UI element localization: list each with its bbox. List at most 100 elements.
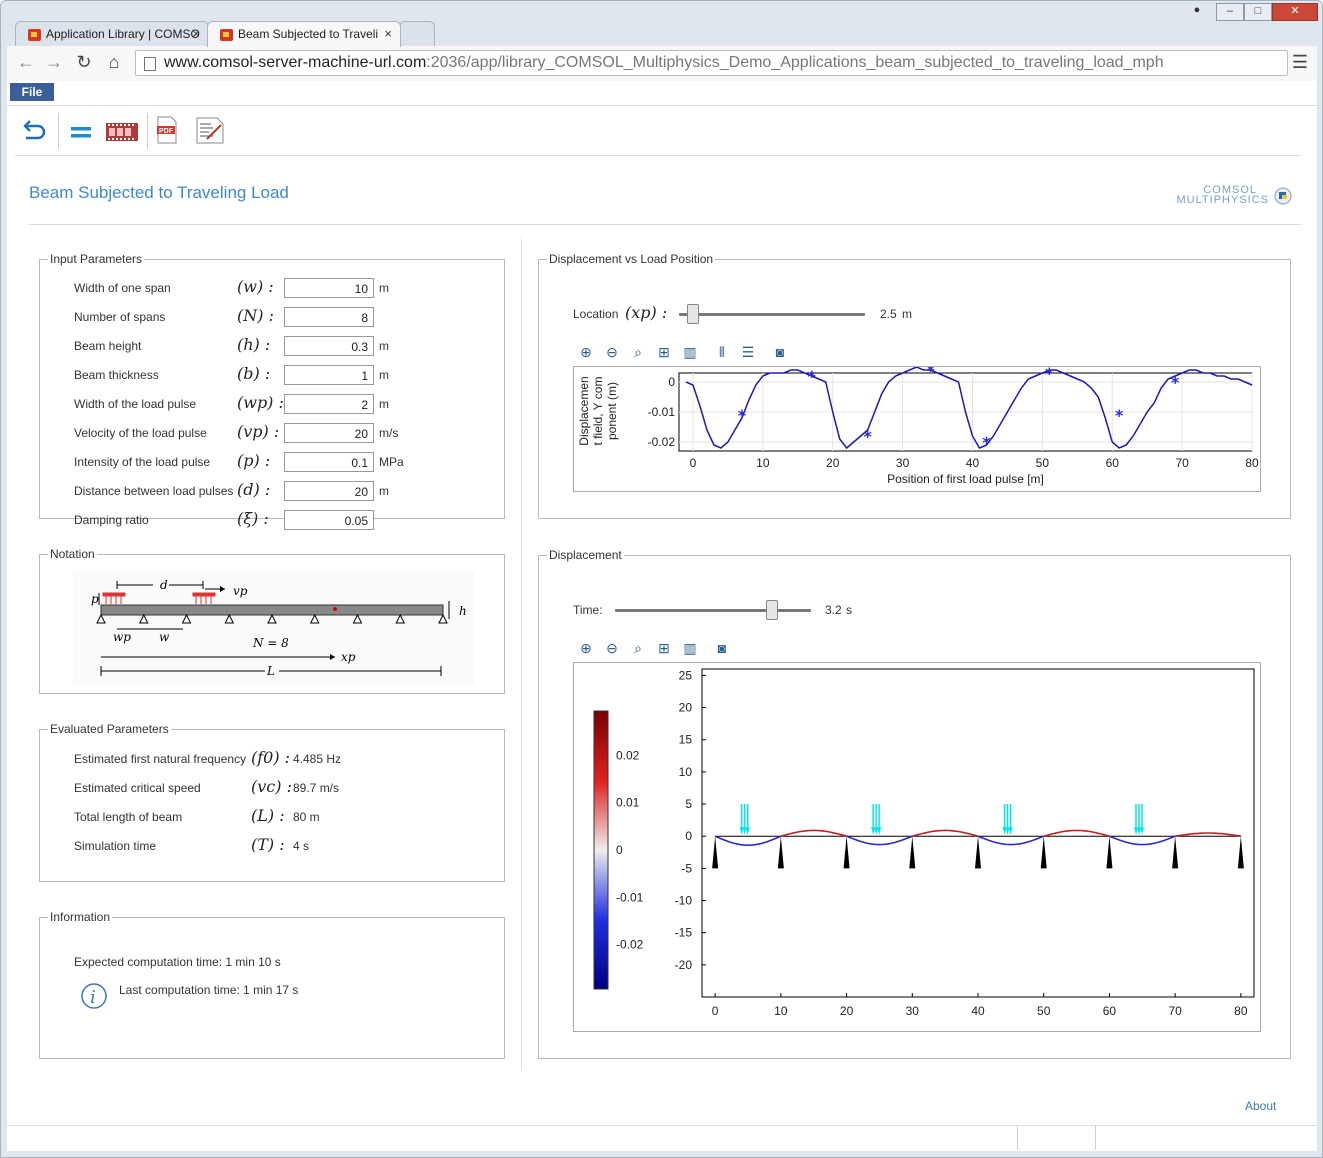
- input-field[interactable]: 1: [284, 365, 374, 385]
- last-computation-time: Last computation time: 1 min 17 s: [119, 983, 299, 997]
- x-tick-label: 30: [906, 1004, 920, 1018]
- zoom-out-icon[interactable]: ⊖: [603, 639, 621, 657]
- x-tick-label: 80: [1245, 456, 1259, 470]
- input-label: Distance between load pulses: [74, 484, 234, 498]
- x-tick-label: 20: [826, 456, 840, 470]
- pdf-icon[interactable]: PDF: [155, 115, 179, 145]
- y-axis-label: t field, Y com: [591, 377, 605, 446]
- label-vp: vp: [233, 584, 248, 598]
- window-profile-icon[interactable]: ●: [1184, 3, 1210, 21]
- support-triangle: [267, 613, 277, 624]
- y-tick-label: 0: [685, 829, 692, 843]
- input-symbol: (b) :: [237, 364, 271, 383]
- file-menu-button[interactable]: File: [10, 83, 54, 101]
- status-bar: [7, 1125, 1317, 1151]
- x-tick-label: 40: [966, 456, 980, 470]
- x-tick-label: 20: [840, 1004, 854, 1018]
- input-field[interactable]: 2: [284, 394, 374, 414]
- time-slider-thumb[interactable]: [765, 600, 778, 620]
- browser-menu-icon[interactable]: ☰: [1289, 52, 1311, 73]
- evaluated-symbol: (L) :: [251, 806, 285, 825]
- toolbar-divider: [15, 155, 1301, 156]
- undo-icon[interactable]: [21, 117, 47, 147]
- plot1-area[interactable]: 0 10 20 30 40 50 60 70 80 0 -0.01 -0.02 * * * * * * * * Posi…: [573, 361, 1261, 492]
- zoom-extents-icon[interactable]: ⊞: [655, 639, 673, 657]
- location-slider-thumb[interactable]: [686, 304, 699, 324]
- support-triangle: [395, 613, 406, 624]
- new-tab-button[interactable]: [399, 21, 435, 47]
- x-tick-label: 10: [774, 1004, 788, 1018]
- column-divider: [521, 239, 522, 1069]
- x-tick-label: 10: [756, 456, 770, 470]
- filmstrip-icon[interactable]: [105, 117, 139, 147]
- input-parameters-group: Input Parameters: [39, 252, 505, 519]
- back-arrow-icon[interactable]: ←: [15, 52, 37, 73]
- beam-rect: [100, 604, 444, 616]
- forward-arrow-icon[interactable]: →: [43, 52, 65, 73]
- input-field[interactable]: 0.05: [284, 510, 374, 530]
- time-unit: s: [846, 603, 852, 617]
- input-label: Beam thickness: [74, 368, 159, 382]
- zoom-in-icon[interactable]: ⊕: [577, 639, 595, 657]
- load-arrow: [871, 804, 882, 835]
- plot2-svg: 0 10 20 30 40 50 60 70 802520151050-5-10-15-200.…: [593, 668, 1255, 1018]
- support-triangle: [96, 613, 106, 624]
- equals-icon[interactable]: [69, 117, 93, 147]
- camera-icon[interactable]: ◙: [771, 343, 789, 361]
- zoom-in-icon[interactable]: ⊕: [577, 343, 595, 361]
- input-label: Intensity of the load pulse: [74, 455, 211, 469]
- plot2-frame: [701, 668, 1255, 998]
- input-field[interactable]: 10: [284, 278, 374, 298]
- colorbar-tick-label: 0: [616, 843, 623, 857]
- grid-x-icon[interactable]: ⦀: [713, 343, 731, 361]
- zoom-out-icon[interactable]: ⊖: [603, 343, 621, 361]
- y-tick-label: -10: [675, 894, 693, 908]
- location-slider-track[interactable]: [679, 313, 865, 316]
- report-icon[interactable]: [193, 115, 227, 145]
- maximize-button[interactable]: □: [1244, 3, 1272, 21]
- zoom-box-icon[interactable]: ⌕: [629, 343, 647, 361]
- input-field[interactable]: 0.1: [284, 452, 374, 472]
- info-icon: i: [81, 983, 107, 1009]
- group-title: Evaluated Parameters: [48, 722, 171, 736]
- about-link[interactable]: About: [1245, 1099, 1276, 1113]
- x-tick-label: 50: [1036, 456, 1050, 470]
- close-window-button[interactable]: ✕: [1272, 3, 1318, 21]
- close-tab-icon[interactable]: ×: [384, 26, 392, 41]
- input-field[interactable]: 8: [284, 307, 374, 327]
- application-area: File PDF Beam Subjected to Traveling Loa…: [7, 81, 1317, 1125]
- y-axis-label: ponent (m): [605, 382, 619, 440]
- group-title: Displacement vs Load Position: [547, 252, 716, 266]
- label-xp: xp: [341, 650, 356, 664]
- color-legend-icon[interactable]: ▥: [681, 343, 699, 361]
- grid-y-icon[interactable]: ☰: [739, 343, 757, 361]
- group-title: Input Parameters: [48, 252, 145, 266]
- evaluated-value: 4.485 Hz: [293, 752, 342, 766]
- expected-computation-time: Expected computation time: 1 min 10 s: [74, 955, 281, 969]
- input-field[interactable]: 20: [284, 481, 374, 501]
- x-tick-label: 60: [1103, 1004, 1117, 1018]
- input-field[interactable]: 20: [284, 423, 374, 443]
- input-field[interactable]: 0.3: [284, 336, 374, 356]
- time-slider-track[interactable]: [615, 609, 811, 612]
- zoom-box-icon[interactable]: ⌕: [629, 639, 647, 657]
- color-legend-icon[interactable]: ▥: [681, 639, 699, 657]
- browser-window: ● – □ ✕ Application Library | COMSO × Be…: [0, 0, 1323, 1158]
- toolbar-separator: [147, 113, 148, 149]
- zoom-extents-icon[interactable]: ⊞: [655, 343, 673, 361]
- tab-application-library[interactable]: Application Library | COMSO ×: [15, 21, 209, 47]
- load-pulse-left: [102, 592, 126, 604]
- minimize-button[interactable]: –: [1216, 3, 1244, 21]
- data-marker: *: [738, 406, 747, 425]
- tab-beam-subjected[interactable]: Beam Subjected to Traveli ×: [207, 21, 401, 47]
- address-bar[interactable]: www.comsol-server-machine-url.com:2036/a…: [135, 50, 1288, 76]
- group-title: Information: [48, 910, 113, 924]
- close-tab-icon[interactable]: ×: [192, 26, 200, 41]
- colorbar-tick-label: -0.01: [616, 890, 644, 904]
- home-icon[interactable]: ⌂: [103, 52, 125, 73]
- plot2-area[interactable]: 0 10 20 30 40 50 60 70 80 25 20 15 10 5 0 -5 -10 -15 -20 0.…: [573, 662, 1261, 1032]
- camera-icon[interactable]: ◙: [713, 639, 731, 657]
- input-symbol: (wp) :: [237, 393, 284, 412]
- label-L: L: [266, 664, 275, 678]
- reload-icon[interactable]: ↻: [73, 52, 95, 73]
